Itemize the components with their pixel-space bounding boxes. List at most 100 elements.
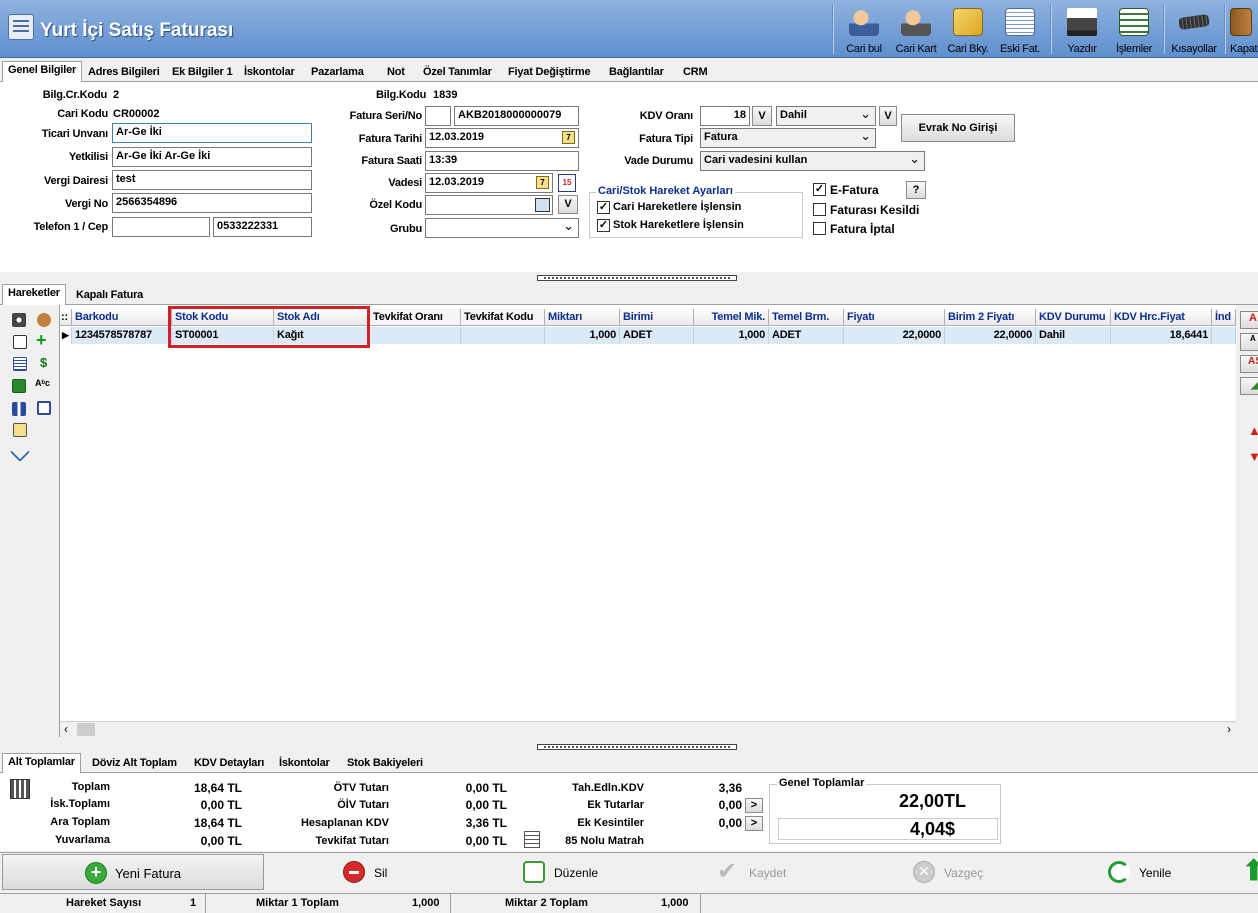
tab-iskontolar[interactable]: İskontolar [238,63,301,82]
tab-ek-bilgiler-1[interactable]: Ek Bilgiler 1 [166,63,238,82]
calendar-icon[interactable]: 7 [536,176,549,189]
vade-durumu-select[interactable]: Cari vadesini kullan [700,151,925,171]
cell-barkodu[interactable]: 1234578578787 [72,327,172,344]
column-header-temel-brm[interactable]: Temel Brm. [769,309,844,326]
archive-icon[interactable] [12,402,26,416]
move-up-icon[interactable]: ▲ [1248,423,1258,438]
add-document-icon[interactable] [12,379,26,393]
pause-box-icon[interactable] [37,401,51,415]
stok-hareket-checkbox[interactable]: ✓ [597,219,610,232]
new-document-icon[interactable] [13,335,27,349]
report-icon[interactable] [13,423,27,437]
cell-tevkifat-kodu[interactable] [461,327,545,344]
cep-input[interactable]: 0533222331 [213,217,312,237]
kdv-tipi-v-button[interactable]: V [879,106,897,126]
ozel-kodu-v-button[interactable]: V [558,195,578,214]
font-as-icon[interactable]: AS [1240,355,1258,373]
duzenle-button[interactable]: Düzenle [520,853,640,891]
tab-doviz-alt-toplam[interactable]: Döviz Alt Toplam [86,754,183,773]
eski-fat-button[interactable]: Eski Fat. [992,4,1048,56]
scroll-right-icon[interactable]: › [1227,722,1231,736]
tab-not[interactable]: Not [381,63,411,82]
font-style-icon[interactable]: A [1240,333,1258,351]
faturasi-kesildi-checkbox[interactable] [813,203,826,216]
ek-tutarlar-button[interactable]: > [745,798,763,813]
kisayollar-button[interactable]: Kısayollar [1166,4,1222,56]
link-icon[interactable] [10,442,30,462]
movements-grid[interactable]: :: Barkodu Stok Kodu Stok Adı Tevkifat O… [60,305,1236,737]
tab-adres-bilgileri[interactable]: Adres Bilgileri [82,63,166,82]
up-arrow-icon[interactable]: ⬆ [1242,857,1258,885]
cell-miktari[interactable]: 1,000 [545,327,620,344]
column-header-birim-2-fiyati[interactable]: Birim 2 Fiyatı [945,309,1036,326]
cell-fiyati[interactable]: 22,0000 [844,327,945,344]
calendar-15-icon[interactable]: 15 [558,174,576,192]
yazdir-button[interactable]: Yazdır [1054,4,1110,56]
yenile-button[interactable]: Yenile [1105,853,1225,891]
users-icon[interactable] [37,313,51,327]
kdv-tipi-select[interactable]: Dahil [776,106,876,126]
yeni-fatura-button[interactable]: + Yeni Fatura [2,854,264,890]
chart-icon[interactable]: ◢ [1240,377,1258,395]
cell-tevkifat-orani[interactable] [370,327,461,344]
document-detail-icon[interactable] [524,831,540,848]
evrak-no-girisi-button[interactable]: Evrak No Girişi [901,114,1015,142]
telefon-input[interactable] [112,217,210,237]
efatura-checkbox[interactable]: ✓ [813,183,826,196]
vadesi-input[interactable]: 12.03.2019 7 [425,173,553,193]
fatura-tipi-select[interactable]: Fatura [700,128,876,148]
cell-birim-2-fiyati[interactable]: 22,0000 [945,327,1036,344]
fatura-tarihi-input[interactable]: 12.03.2019 7 [425,128,579,148]
cari-kart-button[interactable]: Cari Kart [888,4,944,56]
fatura-no-input[interactable]: AKB2018000000079 [454,106,579,126]
column-header-kdv-durumu[interactable]: KDV Durumu [1036,309,1111,326]
add-row-icon[interactable]: + [36,331,47,349]
tab-stok-bakiyeleri[interactable]: Stok Bakiyeleri [341,754,429,773]
ozel-kodu-input[interactable] [425,195,553,215]
tab-kdv-detaylari[interactable]: KDV Detayları [188,754,270,773]
document-list-icon[interactable] [13,357,27,371]
kapat-button[interactable]: Kapat [1226,4,1258,56]
column-header-miktari[interactable]: Miktarı [545,309,620,326]
font-a-icon[interactable]: A [1240,311,1258,329]
fatura-saati-input[interactable]: 13:39 [425,151,579,171]
cell-birimi[interactable]: ADET [620,327,694,344]
fatura-seri-input[interactable] [425,106,451,126]
ek-kesintiler-button[interactable]: > [745,816,763,831]
help-button[interactable]: ? [906,181,926,199]
kdv-orani-input[interactable]: 18 [700,106,750,126]
column-header-barkodu[interactable]: Barkodu [72,309,172,326]
tab-hareketler[interactable]: Hareketler [2,284,66,306]
cell-ind[interactable] [1212,327,1236,344]
currency-dollar-icon[interactable]: $ [40,355,47,370]
yetkilisi-input[interactable]: Ar-Ge İki Ar-Ge İki [112,147,312,167]
settings-gear-icon[interactable] [12,313,26,327]
scroll-thumb[interactable] [77,723,95,736]
tab-genel-bilgiler[interactable]: Genel Bilgiler [2,61,83,83]
ticari-unvani-input[interactable]: Ar-Ge İki [112,123,312,143]
splitter-handle[interactable] [537,744,737,750]
scroll-left-icon[interactable]: ‹ [64,722,68,736]
move-down-icon[interactable]: ▼ [1248,449,1258,464]
grubu-select[interactable] [425,218,579,238]
vazgec-button[interactable]: ✕ Vazgeç [910,853,1030,891]
column-header-tevkifat-orani[interactable]: Tevkifat Oranı [370,309,461,326]
column-header-birimi[interactable]: Birimi [620,309,694,326]
vergi-no-input[interactable]: 2566354896 [112,193,312,213]
tab-kapali-fatura[interactable]: Kapalı Fatura [70,286,149,305]
vergi-dairesi-input[interactable]: test [112,170,312,190]
tab-crm[interactable]: CRM [677,63,713,82]
fatura-iptal-checkbox[interactable] [813,222,826,235]
cari-bky-button[interactable]: Cari Bky. [940,4,996,56]
cell-kdv-hrc-fiyat[interactable]: 18,6441 [1111,327,1212,344]
horizontal-scrollbar[interactable]: ‹ › [60,721,1236,737]
tab-alt-toplamlar[interactable]: Alt Toplamlar [2,753,81,774]
column-header-tevkifat-kodu[interactable]: Tevkifat Kodu [461,309,545,326]
splitter-handle[interactable] [537,275,737,281]
cell-temel-brm[interactable]: ADET [769,327,844,344]
tab-pazarlama[interactable]: Pazarlama [305,63,370,82]
kdv-orani-v-button[interactable]: V [752,106,772,126]
column-header-ind[interactable]: İnd [1212,309,1236,326]
islemler-button[interactable]: İşlemler [1106,4,1162,56]
spellcheck-icon[interactable]: Aᵇc [35,378,50,388]
